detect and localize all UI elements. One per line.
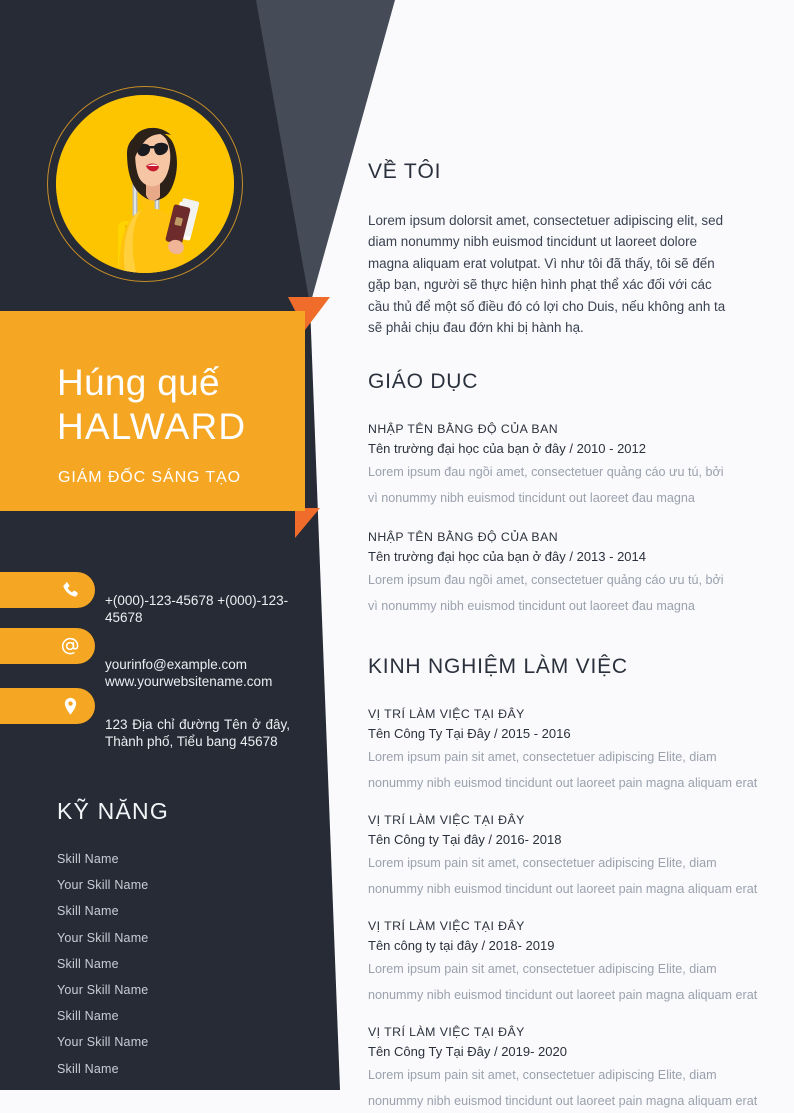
education-description-line: Lorem ipsum đau ngồi amet, consectetuer … [368, 573, 724, 587]
email-address[interactable]: yourinfo@example.com [105, 656, 290, 673]
education-list: NHẬP TÊN BẰNG ĐỘ CỦA BAN Tên trường đại … [368, 420, 780, 636]
skill-item: Skill Name [57, 1009, 119, 1024]
about-section-title: VỀ TÔI [368, 160, 442, 183]
education-entry: NHẬP TÊN BẰNG ĐỘ CỦA BAN Tên trường đại … [368, 528, 780, 618]
contact-section: +(000)-123-45678 +(000)-123-45678 yourin… [0, 572, 340, 749]
experience-position: VỊ TRÍ LÀM VIỆC TẠI ĐÂY [368, 813, 525, 827]
education-degree: NHẬP TÊN BẰNG ĐỘ CỦA BAN [368, 422, 559, 436]
name-banner: Húng quế HALWARD GIÁM ĐỐC SÁNG TẠO [0, 311, 305, 511]
phone-number[interactable]: +(000)-123-45678 +(000)-123-45678 [105, 592, 290, 626]
full-name: Húng quế HALWARD [57, 361, 297, 449]
experience-company: Tên Công ty Tại đây / 2016- 2018 [368, 832, 562, 847]
experience-description-line: nonummy nibh euismod tincidunt out laore… [368, 1094, 758, 1108]
experience-company: Tên công ty tại đây / 2018- 2019 [368, 938, 555, 953]
about-text: Lorem ipsum dolorsit amet, consectetuer … [368, 213, 726, 336]
skill-item: Your Skill Name [57, 878, 149, 893]
map-pin-icon [60, 696, 81, 717]
email-pill [0, 628, 95, 664]
skill-item: Skill Name [57, 852, 119, 866]
experience-description-line: nonummy nibh euismod tincidunt out laore… [368, 988, 758, 1002]
experience-section-title: KINH NGHIỆM LÀM VIỆC [368, 655, 628, 678]
skills-title: KỸ NĂNG [57, 798, 169, 824]
experience-position: VỊ TRÍ LÀM VIỆC TẠI ĐÂY [368, 1025, 525, 1039]
education-description-line: Lorem ipsum đau ngồi amet, consectetuer … [368, 465, 724, 479]
education-section-title: GIÁO DỤC [368, 370, 479, 393]
skill-item: Your Skill Name [57, 930, 149, 945]
education-degree: NHẬP TÊN BẰNG ĐỘ CỦA BAN [368, 530, 559, 544]
at-sign-icon [59, 635, 81, 657]
skill-item: Skill Name [57, 1061, 119, 1076]
skill-item: Skill Name [57, 904, 119, 919]
education-entry: NHẬP TÊN BẰNG ĐỘ CỦA BAN Tên trường đại … [368, 420, 780, 510]
contact-row-email: yourinfo@example.com www.yourwebsitename… [0, 624, 340, 689]
skill-item: Your Skill Name [57, 1035, 149, 1050]
contact-row-address: 123 Địa chỉ đường Tên ở đây, Thành phố, … [0, 678, 340, 749]
skills-list: Skill Name Your Skill Name Skill Name Yo… [57, 852, 297, 1088]
main-content: VỀ TÔI Lorem ipsum dolorsit amet, consec… [368, 0, 780, 1113]
experience-entry: VỊ TRÍ LÀM VIỆC TẠI ĐÂY Tên Công Ty Tại … [368, 705, 780, 795]
experience-entry: VỊ TRÍ LÀM VIỆC TẠI ĐÂY Tên Công ty Tại … [368, 811, 780, 901]
location-pill [0, 688, 95, 724]
address: 123 Địa chỉ đường Tên ở đây, Thành phố, … [105, 717, 290, 749]
phone-icon [60, 580, 81, 601]
experience-description-line: Lorem ipsum pain sit amet, consectetuer … [368, 856, 717, 870]
experience-description-line: Lorem ipsum pain sit amet, consectetuer … [368, 1068, 717, 1082]
first-name: Húng quế [57, 362, 220, 403]
experience-entry: VỊ TRÍ LÀM VIỆC TẠI ĐÂY Tên Công Ty Tại … [368, 1023, 780, 1113]
education-school: Tên trường đại học của bạn ở đây / 2013 … [368, 549, 646, 564]
education-school: Tên trường đại học của bạn ở đây / 2010 … [368, 441, 646, 456]
experience-company: Tên Công Ty Tại Đây / 2015 - 2016 [368, 726, 571, 741]
experience-description-line: nonummy nibh euismod tincidunt out laore… [368, 882, 758, 896]
avatar-ring [47, 86, 243, 282]
experience-position: VỊ TRÍ LÀM VIỆC TẠI ĐÂY [368, 707, 525, 721]
education-description-line: vì nonummy nibh euismod tincidunt out la… [368, 599, 695, 613]
avatar [47, 86, 243, 282]
resume-page: Húng quế HALWARD GIÁM ĐỐC SÁNG TẠO +(000… [0, 0, 794, 1113]
contact-row-phone: +(000)-123-45678 +(000)-123-45678 [0, 572, 340, 626]
experience-description-line: Lorem ipsum pain sit amet, consectetuer … [368, 962, 717, 976]
experience-list: VỊ TRÍ LÀM VIỆC TẠI ĐÂY Tên Công Ty Tại … [368, 705, 780, 1113]
experience-position: VỊ TRÍ LÀM VIỆC TẠI ĐÂY [368, 919, 525, 933]
education-description-line: vì nonummy nibh euismod tincidunt out la… [368, 491, 695, 505]
experience-description-line: Lorem ipsum pain sit amet, consectetuer … [368, 750, 717, 764]
phone-pill [0, 572, 95, 608]
experience-company: Tên Công Ty Tại Đây / 2019- 2020 [368, 1044, 567, 1059]
experience-description-line: nonummy nibh euismod tincidunt out laore… [368, 776, 758, 790]
sidebar: Húng quế HALWARD GIÁM ĐỐC SÁNG TẠO +(000… [0, 0, 340, 1113]
skill-item: Skill Name [57, 956, 119, 971]
experience-entry: VỊ TRÍ LÀM VIỆC TẠI ĐÂY Tên công ty tại … [368, 917, 780, 1007]
skill-item: Your Skill Name [57, 982, 149, 997]
last-name: HALWARD [57, 406, 247, 447]
job-title: GIÁM ĐỐC SÁNG TẠO [58, 469, 242, 486]
